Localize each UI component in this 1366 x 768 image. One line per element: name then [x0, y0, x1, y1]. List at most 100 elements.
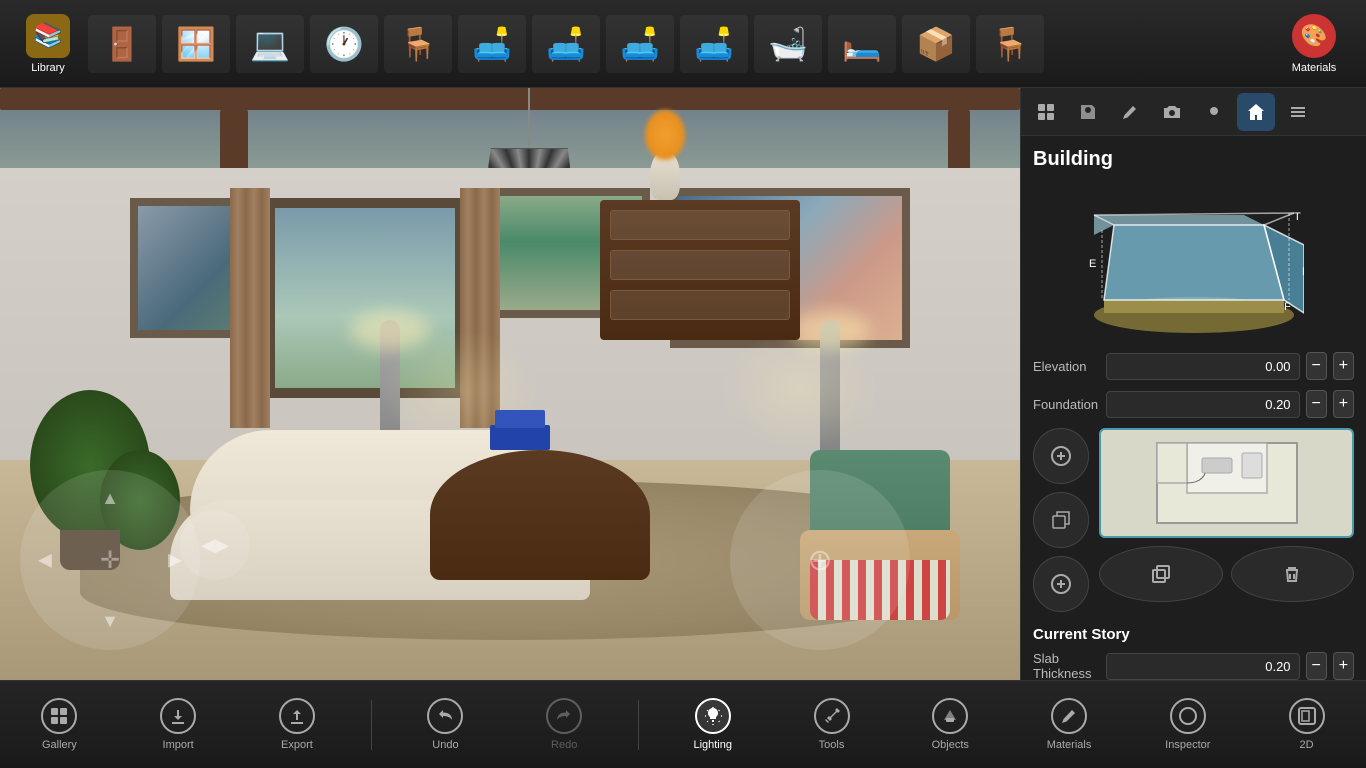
floor-plan-column: [1099, 428, 1354, 612]
foundation-input[interactable]: [1106, 391, 1300, 418]
materials-label: Materials: [1292, 62, 1337, 74]
panel-content: Building T H E F: [1021, 136, 1366, 680]
foundation-row: Foundation − +: [1033, 390, 1354, 418]
dresser: [600, 200, 800, 340]
redo-label: Redo: [551, 739, 577, 751]
add-below-btn[interactable]: [1033, 556, 1089, 612]
objects-button[interactable]: Objects: [905, 685, 995, 765]
tools-icon: [814, 698, 850, 734]
panel-list-btn[interactable]: [1279, 93, 1317, 131]
furn-sofa-pink[interactable]: 🛋️: [532, 15, 600, 73]
slab-label: Slab Thickness: [1033, 651, 1100, 680]
gallery-label: Gallery: [42, 739, 77, 751]
svg-text:H: H: [1302, 266, 1304, 278]
inspector-label: Inspector: [1165, 739, 1210, 751]
lighting-button[interactable]: Lighting: [668, 685, 758, 765]
pendant-cord: [528, 88, 530, 148]
2d-label: 2D: [1300, 739, 1314, 751]
panel-objects-btn[interactable]: [1027, 93, 1065, 131]
furn-chair2[interactable]: 🪑: [976, 15, 1044, 73]
elevation-minus-btn[interactable]: −: [1306, 352, 1327, 380]
gallery-icon: [41, 698, 77, 734]
materials-bottom-button[interactable]: Materials: [1024, 685, 1114, 765]
coffee-table: [430, 450, 650, 580]
room-scene: ▲ ▼ ◀ ▶ ✛ ◀▶ ⊕: [0, 88, 1020, 680]
view-3d-btn[interactable]: [1033, 492, 1089, 548]
svg-text:F: F: [1284, 301, 1291, 313]
pan-control[interactable]: ◀▶: [180, 510, 250, 580]
panel-toolbar: [1021, 88, 1366, 136]
rotation-control[interactable]: ⊕: [730, 470, 910, 650]
building-diagram: T H E F: [1084, 185, 1304, 340]
elevation-plus-btn[interactable]: +: [1333, 352, 1354, 380]
svg-text:E: E: [1089, 258, 1096, 270]
add-above-btn[interactable]: [1033, 428, 1089, 484]
inspector-button[interactable]: Inspector: [1143, 685, 1233, 765]
furn-bathtub[interactable]: 🛁: [754, 15, 822, 73]
redo-icon: [546, 698, 582, 734]
delete-floor-btn[interactable]: [1231, 546, 1355, 602]
materials-bottom-label: Materials: [1047, 739, 1092, 751]
floor-plan-svg: [1152, 438, 1302, 528]
slab-input[interactable]: [1106, 653, 1300, 680]
action-buttons: [1033, 428, 1089, 612]
elevation-input[interactable]: [1106, 353, 1300, 380]
furniture-toolbar: 🚪 🪟 💻 🕐 🪑 🛋️ 🛋️ 🛋️ 🛋️ 🛁 🛏️ 📦 🪑: [88, 15, 1270, 73]
wall-light-right: [720, 330, 880, 450]
elevation-row: Elevation − +: [1033, 352, 1354, 380]
rotation-icon: ⊕: [807, 543, 832, 578]
building-controls: [1033, 428, 1354, 612]
panel-home-btn[interactable]: [1237, 93, 1275, 131]
furn-armchair-yellow[interactable]: 🛋️: [458, 15, 526, 73]
furn-cabinet[interactable]: 📦: [902, 15, 970, 73]
furn-door[interactable]: 🚪: [88, 15, 156, 73]
tools-button[interactable]: Tools: [787, 685, 877, 765]
2d-icon: [1289, 698, 1325, 734]
furn-red-chair[interactable]: 🪑: [384, 15, 452, 73]
furn-sofa-yellow[interactable]: 🛋️: [680, 15, 748, 73]
copy-floor-btn[interactable]: [1099, 546, 1223, 602]
top-bar: 📚 Library 🚪 🪟 💻 🕐 🪑 🛋️ 🛋️ 🛋️ 🛋️ 🛁 🛏️ 📦 🪑…: [0, 0, 1366, 88]
gallery-button[interactable]: Gallery: [14, 685, 104, 765]
slab-minus-btn[interactable]: −: [1306, 652, 1327, 680]
materials-button[interactable]: 🎨 Materials: [1270, 4, 1358, 84]
library-button[interactable]: 📚 Library: [8, 4, 88, 84]
foundation-label: Foundation: [1033, 397, 1100, 412]
floor-plan-thumbnail[interactable]: [1099, 428, 1354, 538]
viewport-3d[interactable]: ▲ ▼ ◀ ▶ ✛ ◀▶ ⊕: [0, 88, 1020, 680]
undo-button[interactable]: Undo: [400, 685, 490, 765]
furn-sofa-cream[interactable]: 🛋️: [606, 15, 674, 73]
right-panel: Building T H E F: [1020, 88, 1366, 680]
curtain-left: [230, 188, 270, 428]
panel-paint-btn[interactable]: [1111, 93, 1149, 131]
panel-camera-btn[interactable]: [1153, 93, 1191, 131]
foundation-minus-btn[interactable]: −: [1306, 390, 1327, 418]
movement-control[interactable]: ▲ ▼ ◀ ▶ ✛: [20, 470, 200, 650]
bottom-bar: Gallery Import Export Undo: [0, 680, 1366, 768]
panel-light-btn[interactable]: [1195, 93, 1233, 131]
movement-arrows: ▲ ▼ ◀ ▶ ✛: [38, 488, 182, 632]
inspector-icon: [1170, 698, 1206, 734]
furn-clock[interactable]: 🕐: [310, 15, 378, 73]
panel-save-btn[interactable]: [1069, 93, 1107, 131]
slab-plus-btn[interactable]: +: [1333, 652, 1354, 680]
furn-window[interactable]: 🪟: [162, 15, 230, 73]
export-icon: [279, 698, 315, 734]
library-label: Library: [31, 62, 65, 74]
foundation-plus-btn[interactable]: +: [1333, 390, 1354, 418]
furn-laptop[interactable]: 💻: [236, 15, 304, 73]
furn-bed[interactable]: 🛏️: [828, 15, 896, 73]
export-button[interactable]: Export: [252, 685, 342, 765]
import-button[interactable]: Import: [133, 685, 223, 765]
slab-thickness-row: Slab Thickness − +: [1033, 651, 1354, 680]
redo-button[interactable]: Redo: [519, 685, 609, 765]
objects-label: Objects: [932, 739, 969, 751]
materials-icon: 🎨: [1292, 14, 1336, 58]
panel-title: Building: [1033, 148, 1354, 171]
export-label: Export: [281, 739, 313, 751]
divider-2: [638, 700, 639, 750]
floor-plan-actions: [1099, 546, 1354, 602]
2d-button[interactable]: 2D: [1262, 685, 1352, 765]
materials-bottom-icon: [1051, 698, 1087, 734]
tools-label: Tools: [819, 739, 845, 751]
